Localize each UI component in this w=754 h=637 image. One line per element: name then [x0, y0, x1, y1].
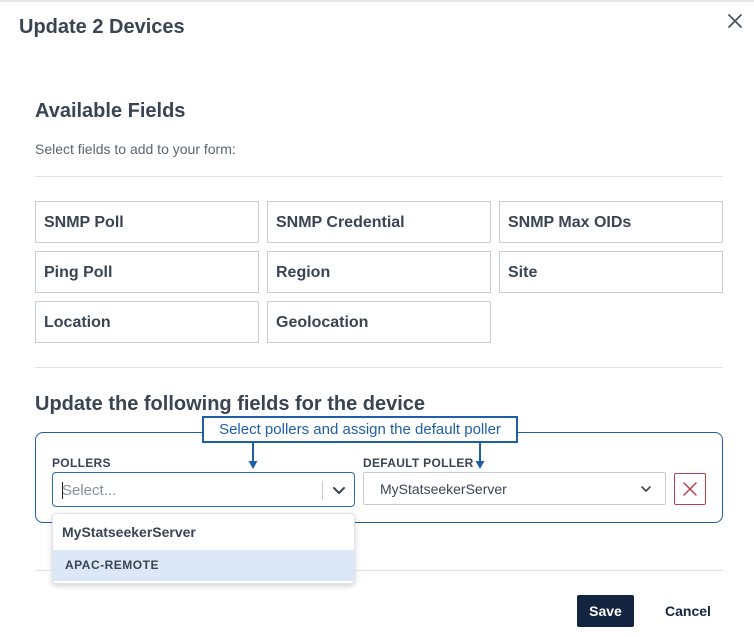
help-tooltip: Select pollers and assign the default po…	[202, 416, 518, 443]
field-site[interactable]: Site	[499, 251, 723, 293]
default-poller-select[interactable]: MyStatseekerServer	[363, 472, 666, 505]
field-region[interactable]: Region	[267, 251, 491, 293]
close-icon	[728, 14, 742, 28]
remove-field-button[interactable]	[674, 473, 706, 505]
cancel-button[interactable]: Cancel	[655, 595, 721, 627]
default-poller-value: MyStatseekerServer	[380, 481, 507, 497]
pollers-select[interactable]	[52, 472, 355, 507]
text-caret	[62, 482, 63, 499]
tooltip-arrow-pollers	[248, 443, 258, 470]
available-fields-subtitle: Select fields to add to your form:	[35, 141, 236, 157]
field-snmp-max-oids[interactable]: SNMP Max OIDs	[499, 201, 723, 243]
divider	[35, 570, 723, 571]
select-separator	[322, 481, 323, 500]
divider	[35, 367, 723, 368]
option-mystatseekerserver[interactable]: MyStatseekerServer	[62, 524, 196, 540]
field-geolocation[interactable]: Geolocation	[267, 301, 491, 343]
option-apac-remote[interactable]: APAC-REMOTE	[53, 550, 354, 581]
chevron-down-icon	[641, 486, 651, 492]
save-button[interactable]: Save	[577, 595, 634, 627]
available-fields-title: Available Fields	[35, 100, 186, 122]
dialog-title: Update 2 Devices	[19, 16, 185, 38]
update-fields-title: Update the following fields for the devi…	[35, 393, 426, 415]
chevron-down-icon[interactable]	[331, 482, 347, 498]
top-border	[0, 0, 754, 2]
close-button[interactable]	[726, 12, 744, 30]
field-snmp-credential[interactable]: SNMP Credential	[267, 201, 491, 243]
divider	[35, 176, 723, 177]
pollers-dropdown-menu: MyStatseekerServer APAC-REMOTE	[52, 513, 355, 584]
pollers-label: POLLERS	[52, 456, 111, 470]
remove-x-icon	[683, 482, 697, 496]
tooltip-arrow-default-poller	[475, 443, 485, 470]
default-poller-label: DEFAULT POLLER	[363, 456, 474, 470]
field-snmp-poll[interactable]: SNMP Poll	[35, 201, 259, 243]
field-location[interactable]: Location	[35, 301, 259, 343]
pollers-input[interactable]	[62, 480, 312, 500]
field-ping-poll[interactable]: Ping Poll	[35, 251, 259, 293]
